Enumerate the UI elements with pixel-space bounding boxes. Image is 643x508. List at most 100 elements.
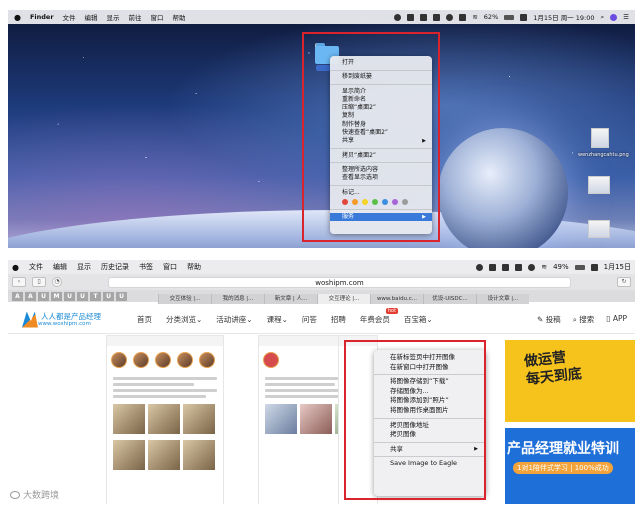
menu-file[interactable]: 文件 — [29, 262, 43, 272]
desktop-file-icon[interactable] — [588, 220, 610, 238]
menubar-status: ≋ 62% 1月15日 周一 19:00 ⌕ ☰ — [394, 12, 635, 22]
desktop-file-icon[interactable] — [591, 128, 609, 148]
input-method-icon[interactable] — [590, 263, 598, 271]
logo-title: 人人都是产品经理 — [41, 311, 101, 321]
menu-edit[interactable]: 编辑 — [53, 262, 67, 272]
sidebar-button[interactable]: ▯ — [32, 277, 46, 287]
search-link[interactable]: ⌕ 搜索 — [573, 314, 595, 325]
site-nav: 首页 分类浏览⌄ 活动讲座⌄ 课程⌄ 问答 招聘 年费会员 hot 百宝箱⌄ — [137, 308, 433, 325]
avatar — [111, 352, 127, 368]
thumbnail-image — [183, 404, 215, 434]
menu-file[interactable]: 文件 — [63, 12, 76, 22]
nav-categories[interactable]: 分类浏览⌄ — [166, 314, 202, 325]
site-logo[interactable]: 人人都是产品经理 www.woshipm.com — [22, 311, 101, 328]
wifi-icon[interactable]: ≋ — [472, 13, 477, 21]
safari-screenshot: ● 文件 编辑 显示 历史记录 书签 窗口 帮助 ≋ 49% 1月15日 ‹ ▯… — [8, 260, 635, 504]
browser-tab[interactable]: 交互理论 |... — [317, 294, 370, 304]
clock[interactable]: 1月15日 周一 19:00 — [533, 12, 594, 22]
menu-history[interactable]: 历史记录 — [101, 262, 129, 272]
highlight-box — [344, 340, 486, 500]
status-app-icon[interactable] — [515, 263, 523, 271]
ad-banner-pm-training[interactable]: 产品经理就业特训 1对1陪伴式学习 | 100%成功 — [505, 428, 635, 504]
nav-jobs[interactable]: 招聘 — [331, 314, 346, 325]
ad-banner-operations[interactable]: 做运营 每天到底 — [505, 340, 635, 422]
finder-desktop-screenshot: ● Finder 文件 编辑 显示 前往 窗口 帮助 ≋ 62% 1月15日 周… — [8, 10, 635, 248]
notification-center-icon[interactable]: ☰ — [623, 13, 629, 21]
battery-percent: 49% — [553, 263, 569, 271]
menu-window[interactable]: 窗口 — [151, 12, 164, 22]
input-method-icon[interactable] — [520, 13, 528, 21]
thumbnail-image — [148, 440, 180, 470]
mac-menubar: ● Finder 文件 编辑 显示 前往 窗口 帮助 ≋ 62% 1月15日 周… — [8, 10, 635, 24]
site-tools: ✎ 投稿 ⌕ 搜索 ▯ APP — [537, 314, 635, 325]
search-label: 搜索 — [579, 315, 595, 324]
menu-edit[interactable]: 编辑 — [85, 12, 98, 22]
menu-finder[interactable]: Finder — [30, 13, 54, 21]
text-line — [113, 389, 217, 392]
reload-icon[interactable]: ↻ — [617, 277, 631, 287]
status-app-icon[interactable] — [407, 13, 415, 21]
desktop-file-icon[interactable] — [588, 176, 610, 194]
phone-icon: ▯ — [606, 314, 611, 323]
edit-icon: ✎ — [537, 315, 544, 324]
watermark: 大数跨境 — [10, 488, 59, 501]
menu-view[interactable]: 显示 — [77, 262, 91, 272]
app-link[interactable]: ▯ APP — [606, 314, 627, 325]
nav-qa[interactable]: 问答 — [302, 314, 317, 325]
menubar-status: ≋ 49% 1月15日 — [476, 262, 635, 272]
search-icon[interactable]: ⌕ — [601, 13, 605, 22]
status-app-icon[interactable] — [420, 13, 428, 21]
status-app-icon[interactable] — [394, 13, 402, 21]
menu-help[interactable]: 帮助 — [173, 12, 186, 22]
thumbnail-image — [148, 404, 180, 434]
status-app-icon[interactable] — [528, 263, 536, 271]
browser-tab[interactable]: www.baidu.c... — [370, 294, 423, 304]
story-avatars — [107, 346, 223, 374]
thumbnail-image — [265, 404, 297, 434]
contribute-link[interactable]: ✎ 投稿 — [537, 314, 561, 325]
browser-tab[interactable]: 交互体验 |... — [158, 294, 211, 304]
menu-help[interactable]: 帮助 — [187, 262, 201, 272]
browser-tab[interactable]: 新文章 | 人... — [264, 294, 317, 304]
browser-tab[interactable]: 优设-UISDC... — [423, 294, 476, 304]
apple-menu-icon[interactable]: ● — [14, 13, 21, 22]
status-app-icon[interactable] — [489, 263, 497, 271]
status-app-icon[interactable] — [446, 13, 454, 21]
menu-go[interactable]: 前往 — [129, 12, 142, 22]
share-button[interactable]: ◔ — [52, 277, 62, 287]
watermark-logo-icon — [10, 490, 20, 499]
menu-window[interactable]: 窗口 — [163, 262, 177, 272]
phone-screenshot — [106, 335, 224, 504]
browser-tab[interactable]: 设计文章 |... — [476, 294, 529, 304]
address-bar[interactable]: woshipm.com — [108, 276, 571, 288]
nav-toolbox[interactable]: 百宝箱⌄ — [404, 314, 433, 325]
desktop-file-label: wenzhangcahtu.png — [578, 152, 629, 158]
status-app-icon[interactable] — [476, 263, 484, 271]
battery-icon[interactable] — [574, 264, 585, 270]
browser-tab[interactable]: 我的消息 |... — [211, 294, 264, 304]
clock[interactable]: 1月15日 — [604, 262, 631, 272]
avatar — [199, 352, 215, 368]
battery-icon[interactable] — [504, 14, 515, 20]
status-app-icon[interactable] — [433, 13, 441, 21]
phone-status-bar — [107, 336, 223, 346]
status-app-icon[interactable] — [502, 263, 510, 271]
nav-membership-label: 年费会员 — [359, 315, 390, 324]
nav-events[interactable]: 活动讲座⌄ — [216, 314, 252, 325]
wallpaper-moon — [438, 128, 568, 248]
apple-menu-icon[interactable]: ● — [12, 263, 19, 272]
menu-view[interactable]: 显示 — [107, 12, 120, 22]
thumbnail-image — [300, 404, 332, 434]
logo-subtitle: www.woshipm.com — [38, 320, 91, 327]
text-line — [113, 395, 206, 398]
siri-icon[interactable] — [610, 13, 618, 21]
back-button[interactable]: ‹ — [12, 277, 26, 287]
menu-bookmarks[interactable]: 书签 — [139, 262, 153, 272]
status-app-icon[interactable] — [459, 13, 467, 21]
nav-courses[interactable]: 课程⌄ — [267, 314, 288, 325]
thumbnail-image — [113, 404, 145, 434]
nav-home[interactable]: 首页 — [137, 314, 152, 325]
hot-badge: hot — [385, 308, 399, 314]
wifi-icon[interactable]: ≋ — [541, 263, 547, 271]
nav-membership[interactable]: 年费会员 hot — [359, 308, 399, 325]
